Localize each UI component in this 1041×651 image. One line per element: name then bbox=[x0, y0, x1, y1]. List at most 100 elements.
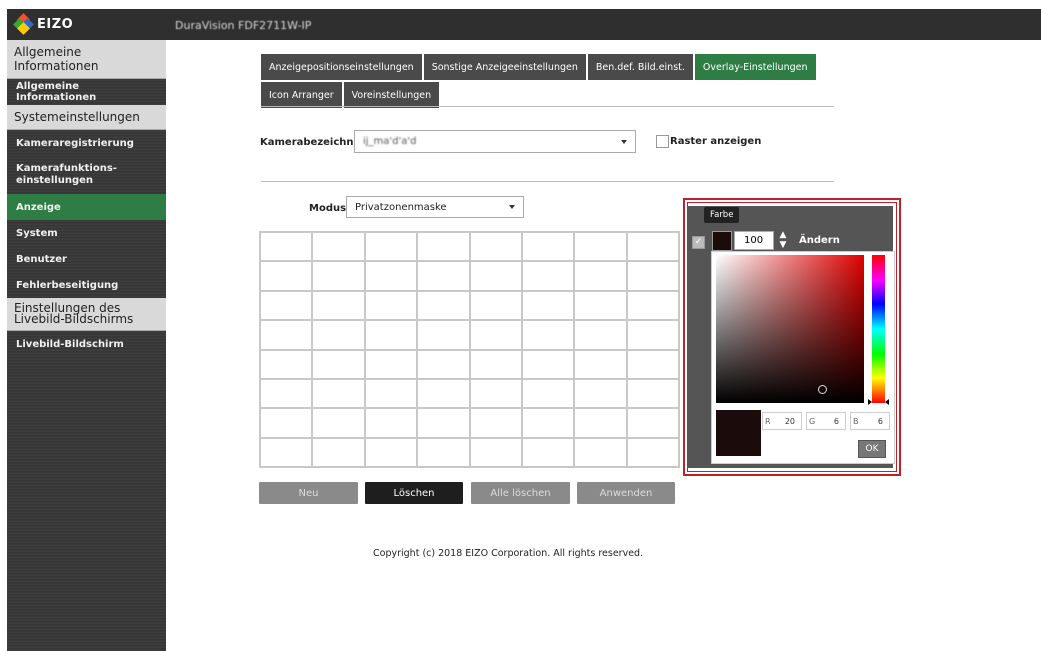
grid-cell[interactable] bbox=[313, 379, 364, 408]
grid-cell[interactable] bbox=[627, 409, 678, 437]
grid-cell[interactable] bbox=[575, 321, 626, 349]
sidebar-item-display[interactable]: Anzeige bbox=[7, 194, 166, 220]
grid-cell[interactable] bbox=[313, 291, 364, 320]
grid-cell[interactable] bbox=[418, 262, 469, 290]
green-input[interactable]: G 6 bbox=[806, 412, 846, 430]
chevron-up-icon[interactable]: ▲ bbox=[776, 230, 790, 240]
hue-slider[interactable] bbox=[872, 255, 885, 403]
grid-cell[interactable] bbox=[418, 350, 469, 378]
grid-cell[interactable] bbox=[575, 233, 626, 261]
grid-cell[interactable] bbox=[575, 262, 626, 290]
grid-cell[interactable] bbox=[470, 379, 521, 408]
grid-cell[interactable] bbox=[261, 350, 312, 378]
grid-cell[interactable] bbox=[522, 233, 574, 261]
sidebar-section-live-image[interactable]: Einstellungen des Livebild-Bildschirms bbox=[7, 298, 166, 331]
grid-cell[interactable] bbox=[261, 379, 312, 408]
grid-cell[interactable] bbox=[470, 321, 521, 349]
grid-cell[interactable] bbox=[261, 233, 312, 261]
grid-cell[interactable] bbox=[575, 350, 626, 378]
tab-icon-arranger[interactable]: Icon Arranger bbox=[261, 82, 342, 108]
grid-cell[interactable] bbox=[470, 291, 521, 320]
change-label[interactable]: Ändern bbox=[799, 235, 840, 246]
mask-grid[interactable] bbox=[259, 231, 680, 468]
grid-cell[interactable] bbox=[627, 379, 678, 408]
grid-cell[interactable] bbox=[575, 438, 626, 466]
grid-cell[interactable] bbox=[470, 350, 521, 378]
sidebar-item-camera-registration[interactable]: Kameraregistrierung bbox=[7, 130, 166, 156]
apply-button[interactable]: Anwenden bbox=[577, 482, 675, 504]
grid-cell[interactable] bbox=[627, 438, 678, 466]
grid-cell[interactable] bbox=[627, 350, 678, 378]
delete-all-button[interactable]: Alle löschen bbox=[471, 482, 570, 504]
grid-cell[interactable] bbox=[522, 379, 574, 408]
grid-cell[interactable] bbox=[522, 350, 574, 378]
grid-cell[interactable] bbox=[261, 409, 312, 437]
sidebar-item-system[interactable]: System bbox=[7, 220, 166, 246]
grid-cell[interactable] bbox=[313, 321, 364, 349]
grid-cell[interactable] bbox=[261, 262, 312, 290]
grid-cell[interactable] bbox=[261, 291, 312, 320]
sidebar-item-general-info[interactable]: Allgemeine Informationen bbox=[7, 79, 166, 105]
ok-button[interactable]: OK bbox=[858, 440, 886, 458]
grid-cell[interactable] bbox=[522, 409, 574, 437]
tab-display-position[interactable]: Anzeigepositionseinstellungen bbox=[261, 54, 422, 80]
blue-input[interactable]: B 6 bbox=[850, 412, 890, 430]
grid-cell[interactable] bbox=[313, 438, 364, 466]
grid-cell[interactable] bbox=[365, 321, 417, 349]
opacity-input[interactable]: 100 bbox=[734, 231, 774, 250]
grid-cell[interactable] bbox=[418, 321, 469, 349]
grid-cell[interactable] bbox=[313, 350, 364, 378]
grid-cell[interactable] bbox=[365, 438, 417, 466]
delete-button[interactable]: Löschen bbox=[365, 482, 463, 504]
overlay-checkbox[interactable]: ✓ bbox=[692, 236, 705, 249]
tab-overlay[interactable]: Overlay-Einstellungen bbox=[694, 54, 816, 80]
grid-cell[interactable] bbox=[365, 409, 417, 437]
camera-select[interactable]: ij_ma'd'a'd bbox=[354, 130, 636, 153]
grid-cell[interactable] bbox=[522, 438, 574, 466]
sidebar-item-users[interactable]: Benutzer bbox=[7, 246, 166, 272]
grid-cell[interactable] bbox=[470, 409, 521, 437]
saturation-value-area[interactable] bbox=[716, 255, 864, 403]
grid-cell[interactable] bbox=[627, 262, 678, 290]
grid-cell[interactable] bbox=[261, 321, 312, 349]
grid-cell[interactable] bbox=[313, 409, 364, 437]
grid-cell[interactable] bbox=[418, 438, 469, 466]
grid-cell[interactable] bbox=[575, 379, 626, 408]
tab-presets[interactable]: Voreinstellungen bbox=[343, 82, 440, 108]
grid-cell[interactable] bbox=[365, 291, 417, 320]
grid-cell[interactable] bbox=[522, 262, 574, 290]
grid-cell[interactable] bbox=[627, 291, 678, 320]
hue-marker-icon[interactable] bbox=[868, 399, 872, 405]
hue-marker-icon[interactable] bbox=[885, 399, 889, 405]
raster-checkbox[interactable] bbox=[656, 135, 669, 148]
grid-cell[interactable] bbox=[522, 321, 574, 349]
grid-cell[interactable] bbox=[470, 233, 521, 261]
sidebar-item-camera-functions[interactable]: Kamerafunktions- einstellungen bbox=[7, 156, 166, 194]
grid-cell[interactable] bbox=[418, 291, 469, 320]
grid-cell[interactable] bbox=[522, 291, 574, 320]
color-swatch[interactable] bbox=[712, 231, 732, 251]
mode-select[interactable]: Privatzonenmaske bbox=[346, 196, 524, 218]
grid-cell[interactable] bbox=[418, 409, 469, 437]
grid-cell[interactable] bbox=[365, 379, 417, 408]
grid-cell[interactable] bbox=[261, 438, 312, 466]
tab-user-image[interactable]: Ben.def. Bild.einst. bbox=[587, 54, 693, 80]
grid-cell[interactable] bbox=[313, 262, 364, 290]
chevron-down-icon[interactable]: ▼ bbox=[776, 240, 790, 250]
sidebar-section-general[interactable]: Allgemeine Informationen bbox=[7, 40, 166, 79]
grid-cell[interactable] bbox=[365, 262, 417, 290]
red-input[interactable]: R 20 bbox=[762, 412, 802, 430]
sidebar-item-live-screen[interactable]: Livebild-Bildschirm bbox=[7, 331, 166, 357]
grid-cell[interactable] bbox=[313, 233, 364, 261]
sidebar-item-troubleshooting[interactable]: Fehlerbeseitigung bbox=[7, 272, 166, 298]
grid-cell[interactable] bbox=[365, 350, 417, 378]
grid-cell[interactable] bbox=[470, 262, 521, 290]
grid-cell[interactable] bbox=[627, 233, 678, 261]
grid-cell[interactable] bbox=[470, 438, 521, 466]
grid-cell[interactable] bbox=[575, 291, 626, 320]
new-button[interactable]: Neu bbox=[259, 482, 358, 504]
grid-cell[interactable] bbox=[627, 321, 678, 349]
sidebar-section-system[interactable]: Systemeinstellungen bbox=[7, 105, 166, 130]
grid-cell[interactable] bbox=[418, 233, 469, 261]
color-cursor-icon[interactable] bbox=[818, 385, 827, 394]
